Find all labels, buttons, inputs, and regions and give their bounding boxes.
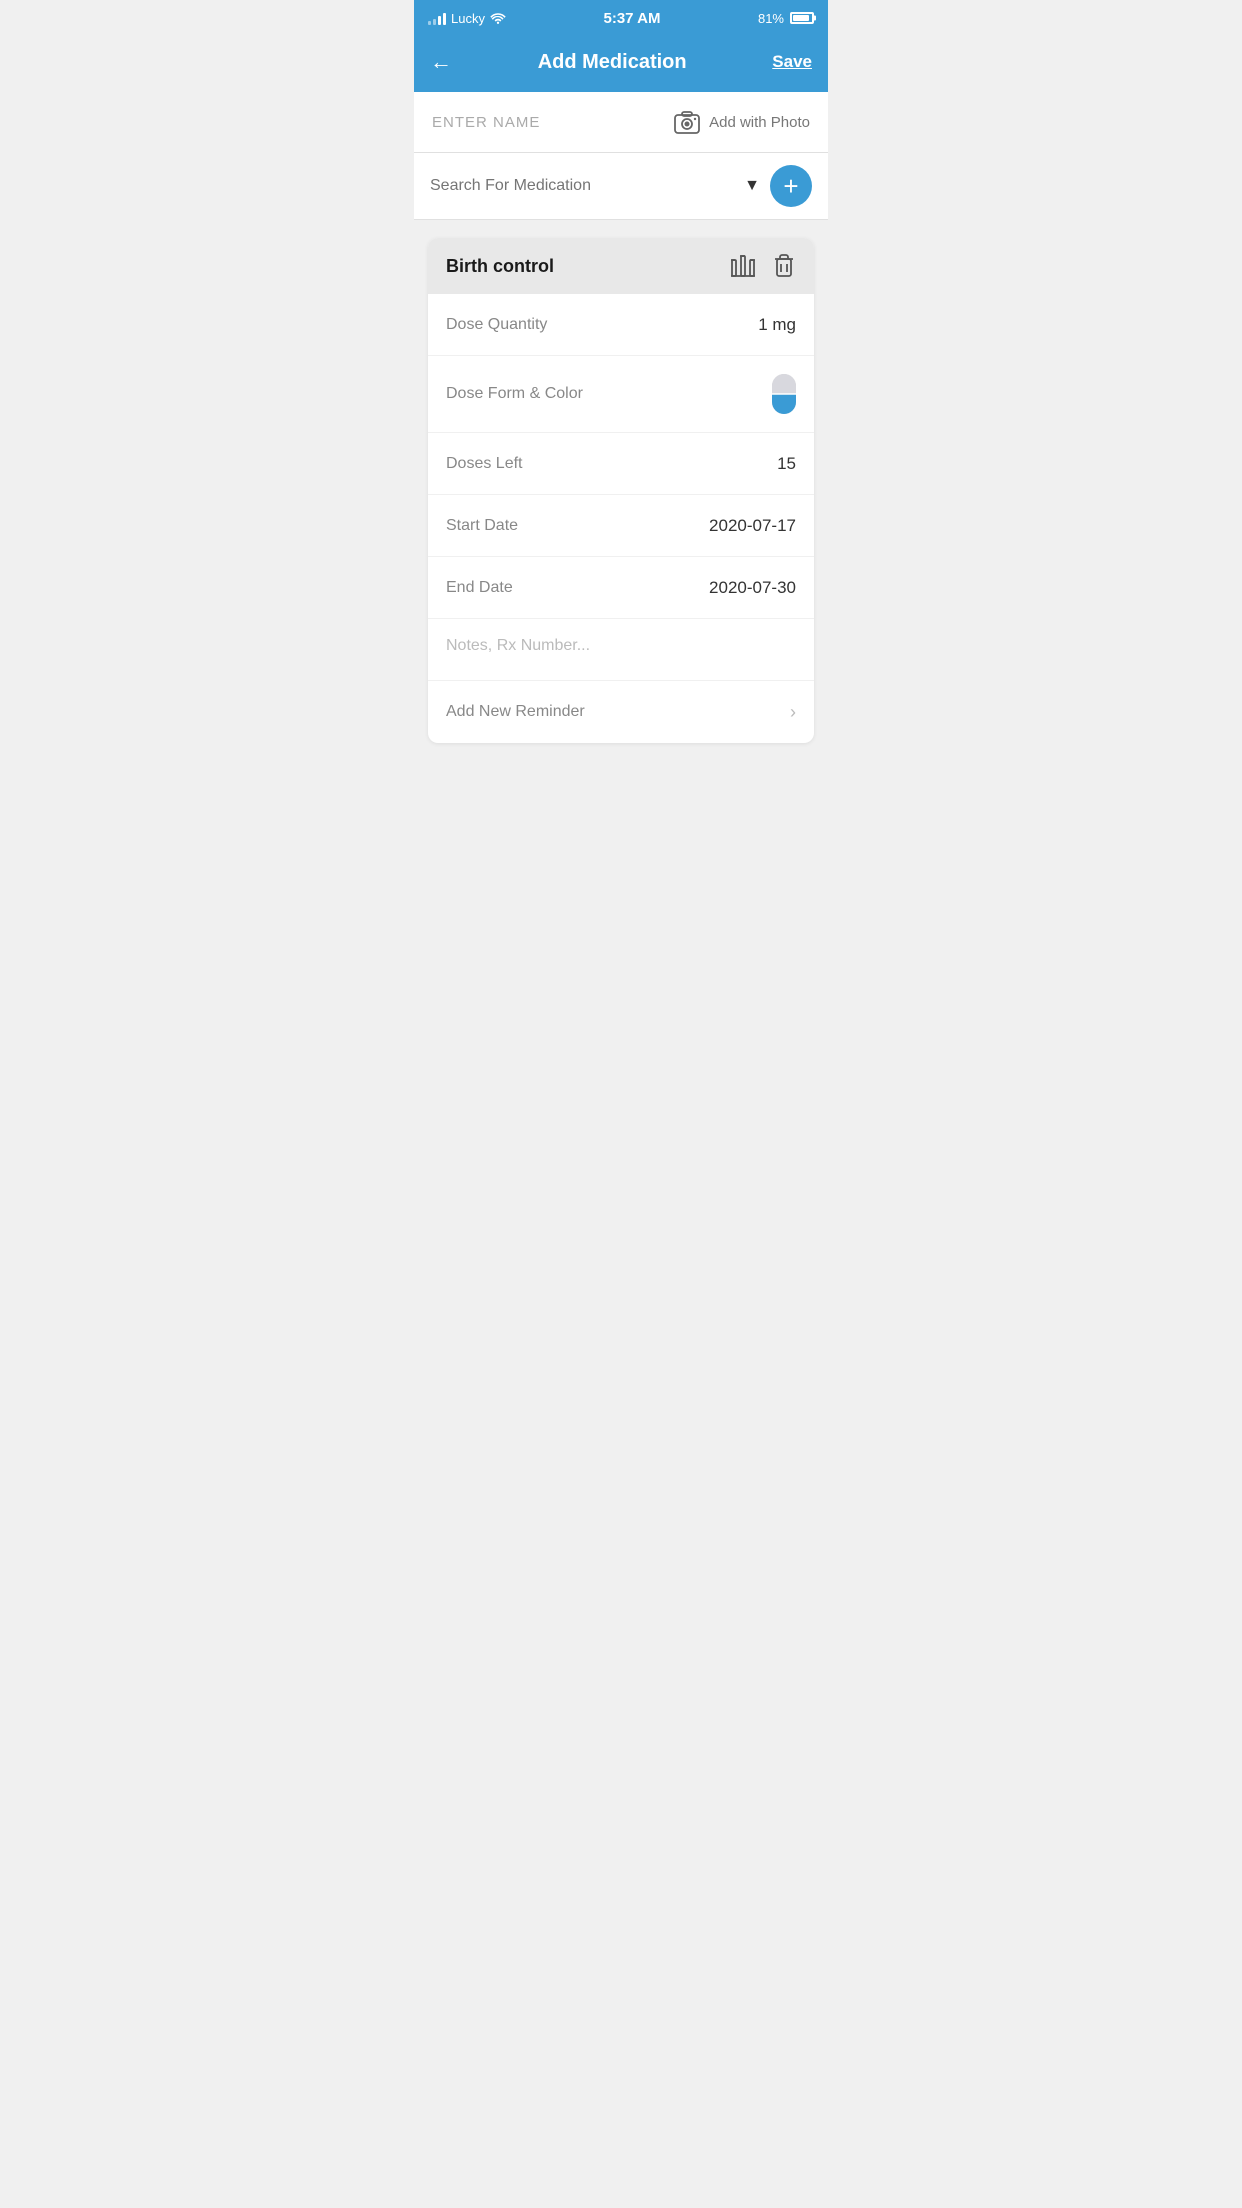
status-left: Lucky xyxy=(428,11,506,26)
search-row: ▼ + xyxy=(414,153,828,220)
dose-quantity-value: 1 mg xyxy=(758,315,796,335)
medication-info-icon[interactable] xyxy=(730,252,756,280)
medication-card: Birth control xyxy=(428,238,814,743)
start-date-label: Start Date xyxy=(446,517,518,535)
name-row: ENTER NAME Add with Photo xyxy=(414,92,828,153)
doses-left-row[interactable]: Doses Left 15 xyxy=(428,433,814,495)
page-title: Add Medication xyxy=(538,51,687,74)
dose-form-row[interactable]: Dose Form & Color xyxy=(428,356,814,433)
add-medication-button[interactable]: + xyxy=(770,165,812,207)
pill-icon xyxy=(772,374,796,414)
nav-bar: ← Add Medication Save xyxy=(414,36,828,92)
camera-icon xyxy=(673,108,701,136)
dose-quantity-label: Dose Quantity xyxy=(446,316,547,334)
status-time: 5:37 AM xyxy=(603,10,660,27)
add-photo-button[interactable]: Add with Photo xyxy=(673,108,810,136)
add-reminder-row[interactable]: Add New Reminder › xyxy=(428,681,814,743)
back-button[interactable]: ← xyxy=(430,49,452,75)
start-date-value: 2020-07-17 xyxy=(709,516,796,536)
name-input[interactable]: ENTER NAME xyxy=(432,114,540,131)
end-date-label: End Date xyxy=(446,579,513,597)
battery-percent: 81% xyxy=(758,11,784,26)
wifi-icon xyxy=(490,12,506,24)
doses-left-label: Doses Left xyxy=(446,455,522,473)
signal-icon xyxy=(428,11,446,25)
doses-left-value: 15 xyxy=(777,454,796,474)
search-input[interactable] xyxy=(430,177,734,195)
medication-name: Birth control xyxy=(446,256,554,277)
delete-medication-icon[interactable] xyxy=(772,252,796,280)
battery-icon xyxy=(790,12,814,24)
start-date-row[interactable]: Start Date 2020-07-17 xyxy=(428,495,814,557)
chevron-down-icon[interactable]: ▼ xyxy=(744,177,760,195)
notes-row[interactable]: Notes, Rx Number... xyxy=(428,619,814,681)
dose-form-label: Dose Form & Color xyxy=(446,385,583,403)
reminder-label: Add New Reminder xyxy=(446,703,585,721)
end-date-value: 2020-07-30 xyxy=(709,578,796,598)
notes-placeholder: Notes, Rx Number... xyxy=(446,637,590,654)
status-bar: Lucky 5:37 AM 81% xyxy=(414,0,828,36)
add-photo-label: Add with Photo xyxy=(709,114,810,131)
medication-header: Birth control xyxy=(428,238,814,294)
medication-actions xyxy=(730,252,796,280)
dose-quantity-row[interactable]: Dose Quantity 1 mg xyxy=(428,294,814,356)
content-area: ENTER NAME Add with Photo ▼ + Birth cont… xyxy=(414,92,828,743)
carrier-name: Lucky xyxy=(451,11,485,26)
chevron-right-icon: › xyxy=(790,702,796,723)
end-date-row[interactable]: End Date 2020-07-30 xyxy=(428,557,814,619)
status-right: 81% xyxy=(758,11,814,26)
save-button[interactable]: Save xyxy=(772,52,812,72)
